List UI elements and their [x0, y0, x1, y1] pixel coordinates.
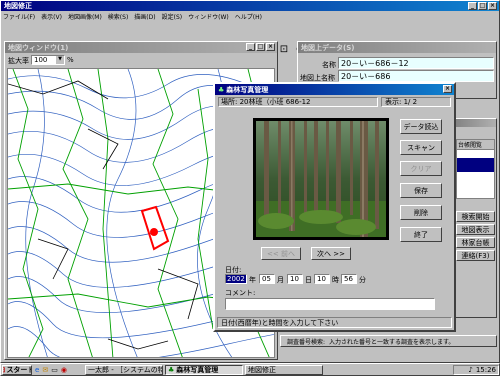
- page-display: 表示: 1/ 2: [381, 97, 451, 107]
- bottom-status-bar: 調査番号検索: 入力された番号と一致する調査を表示します。: [280, 335, 497, 347]
- menu-window[interactable]: ウィンドウ(W): [188, 12, 229, 21]
- windows-logo-icon: ⊞: [3, 366, 5, 374]
- map-name-field[interactable]: 20－い－686: [338, 70, 494, 82]
- comment-label: コメント:: [225, 289, 256, 297]
- clock: 15:26: [475, 366, 496, 374]
- zoom-label: 拡大率: [8, 57, 29, 65]
- menu-file[interactable]: ファイル(F): [3, 12, 35, 21]
- chevron-down-icon: ▼: [56, 56, 64, 64]
- end-button[interactable]: 終了: [400, 227, 442, 242]
- map-maximize-button[interactable]: □: [256, 43, 265, 51]
- map-window-title: 地図ウィンドウ(1): [8, 43, 69, 52]
- bottom-status-label: 調査番号検索:: [287, 338, 326, 346]
- forest-photo: [253, 118, 389, 240]
- delete-button[interactable]: 削除: [400, 205, 442, 220]
- comment-input[interactable]: [225, 298, 435, 310]
- tree-icon: ♣: [168, 366, 175, 374]
- zoom-unit: %: [67, 56, 74, 64]
- dialog-close-button[interactable]: ×: [443, 85, 452, 93]
- start-button[interactable]: ⊞ スタート: [2, 365, 32, 375]
- desktop-icon[interactable]: ▭: [51, 366, 58, 374]
- year-input[interactable]: 2002: [225, 274, 247, 284]
- selected-stand-marker[interactable]: [140, 205, 170, 251]
- task-forest-photo[interactable]: ♣ 森林写真管理: [165, 365, 243, 375]
- dialog-title: 森林写真管理: [226, 85, 269, 94]
- taskbar: ⊞ スタート e ✉ ▭ ◉ 一太郎 - ［システムの特徴... ♣ 森林写真管…: [0, 363, 500, 376]
- contact-button[interactable]: 連絡(F3): [456, 250, 495, 261]
- minute-unit: 分: [359, 276, 366, 284]
- ledger-panel: 台帳閲覧 検索開始 地図表示 林家台帳 連絡(F3): [452, 118, 497, 318]
- channel-icon[interactable]: ◉: [61, 366, 67, 374]
- ledger-list[interactable]: 台帳閲覧: [456, 139, 495, 199]
- ledger-title-bar: [453, 119, 496, 127]
- close-button[interactable]: ×: [488, 2, 497, 10]
- menu-settings[interactable]: 設定(S): [162, 12, 183, 21]
- app-title: 地図修正: [4, 2, 32, 10]
- photo-dialog: ♣ 森林写真管理 × 場所: 20林班（小班 686-12 表示: 1/ 2 デ…: [213, 82, 456, 332]
- month-input[interactable]: 05: [259, 274, 275, 284]
- day-input[interactable]: 10: [287, 274, 303, 284]
- year-unit: 年: [249, 276, 256, 284]
- volume-icon[interactable]: ♪: [468, 366, 472, 374]
- maximize-button[interactable]: □: [478, 2, 487, 10]
- menu-search[interactable]: 検索(S): [108, 12, 129, 21]
- task-ichitaro[interactable]: 一太郎 - ［システムの特徴...: [85, 365, 163, 375]
- day-unit: 日: [305, 276, 312, 284]
- data-window-title-bar: 地図上データ(S): [298, 42, 496, 53]
- data-read-button[interactable]: データ読込: [400, 119, 442, 134]
- ie-icon[interactable]: e: [35, 366, 39, 374]
- name-field[interactable]: 20－い－686－12: [338, 57, 494, 69]
- search-start-button[interactable]: 検索開始: [456, 211, 495, 222]
- zoom-select[interactable]: 100 ▼: [31, 55, 65, 65]
- menu-view[interactable]: 表示(V): [41, 12, 62, 21]
- scan-button[interactable]: スキャン: [400, 140, 442, 155]
- clear-button[interactable]: クリア: [400, 161, 442, 176]
- map-minimize-button[interactable]: _: [246, 43, 255, 51]
- save-button[interactable]: 保存: [400, 183, 442, 198]
- minute-input[interactable]: 56: [341, 274, 357, 284]
- app-title-bar: 地図修正 _ □ ×: [1, 1, 499, 11]
- location-display: 場所: 20林班（小班 686-12: [218, 97, 378, 107]
- prev-button[interactable]: << 前へ: [261, 247, 301, 260]
- menu-draw[interactable]: 描画(D): [134, 12, 155, 21]
- dialog-status-bar: 日付(西暦年)と時間を入力して下さい: [217, 317, 452, 328]
- menu-bar: ファイル(F) 表示(V) 地図画像(M) 検索(S) 描画(D) 設定(S) …: [3, 12, 262, 21]
- hour-unit: 時: [332, 276, 339, 284]
- ledger-label: 台帳閲覧: [457, 140, 494, 150]
- map-display-button[interactable]: 地図表示: [456, 224, 495, 235]
- minimize-button[interactable]: _: [468, 2, 477, 10]
- next-button[interactable]: 次へ >>: [311, 247, 351, 260]
- month-unit: 月: [277, 276, 284, 284]
- toolbar: ▣ ✎ ♣ ♣ ♣ ♠ ♠ ↖ □ ■ ■ ● ↖ ╱ A ✕ ⊡ ⊕ ⊖ ⇐ …: [1, 21, 497, 57]
- ledger-selected-row[interactable]: [457, 158, 494, 172]
- bottom-status-text: 入力された番号と一致する調査を表示します。: [329, 338, 455, 346]
- tree-icon: ♣: [218, 85, 225, 94]
- system-tray: ♪ 15:26: [453, 365, 499, 375]
- quick-launch: e ✉ ▭ ◉: [35, 366, 67, 374]
- owner-ledger-button[interactable]: 林家台帳: [456, 237, 495, 248]
- map-close-button[interactable]: ×: [266, 43, 275, 51]
- menu-map-image[interactable]: 地図画像(M): [68, 12, 102, 21]
- outlook-icon[interactable]: ✉: [42, 366, 48, 374]
- dialog-title-bar: ♣ 森林写真管理 ×: [215, 84, 454, 95]
- menu-help[interactable]: ヘルプ(H): [235, 12, 262, 21]
- hour-input[interactable]: 10: [314, 274, 330, 284]
- forest-photo-image: [256, 121, 386, 237]
- name-label: 名称: [322, 61, 336, 69]
- data-window-title: 地図上データ(S): [301, 43, 355, 52]
- zoom-window-icon[interactable]: ⊡: [277, 43, 291, 57]
- task-map-edit[interactable]: 地図修正: [245, 365, 323, 375]
- map-window-title-bar: 地図ウィンドウ(1) _ □ ×: [5, 42, 277, 53]
